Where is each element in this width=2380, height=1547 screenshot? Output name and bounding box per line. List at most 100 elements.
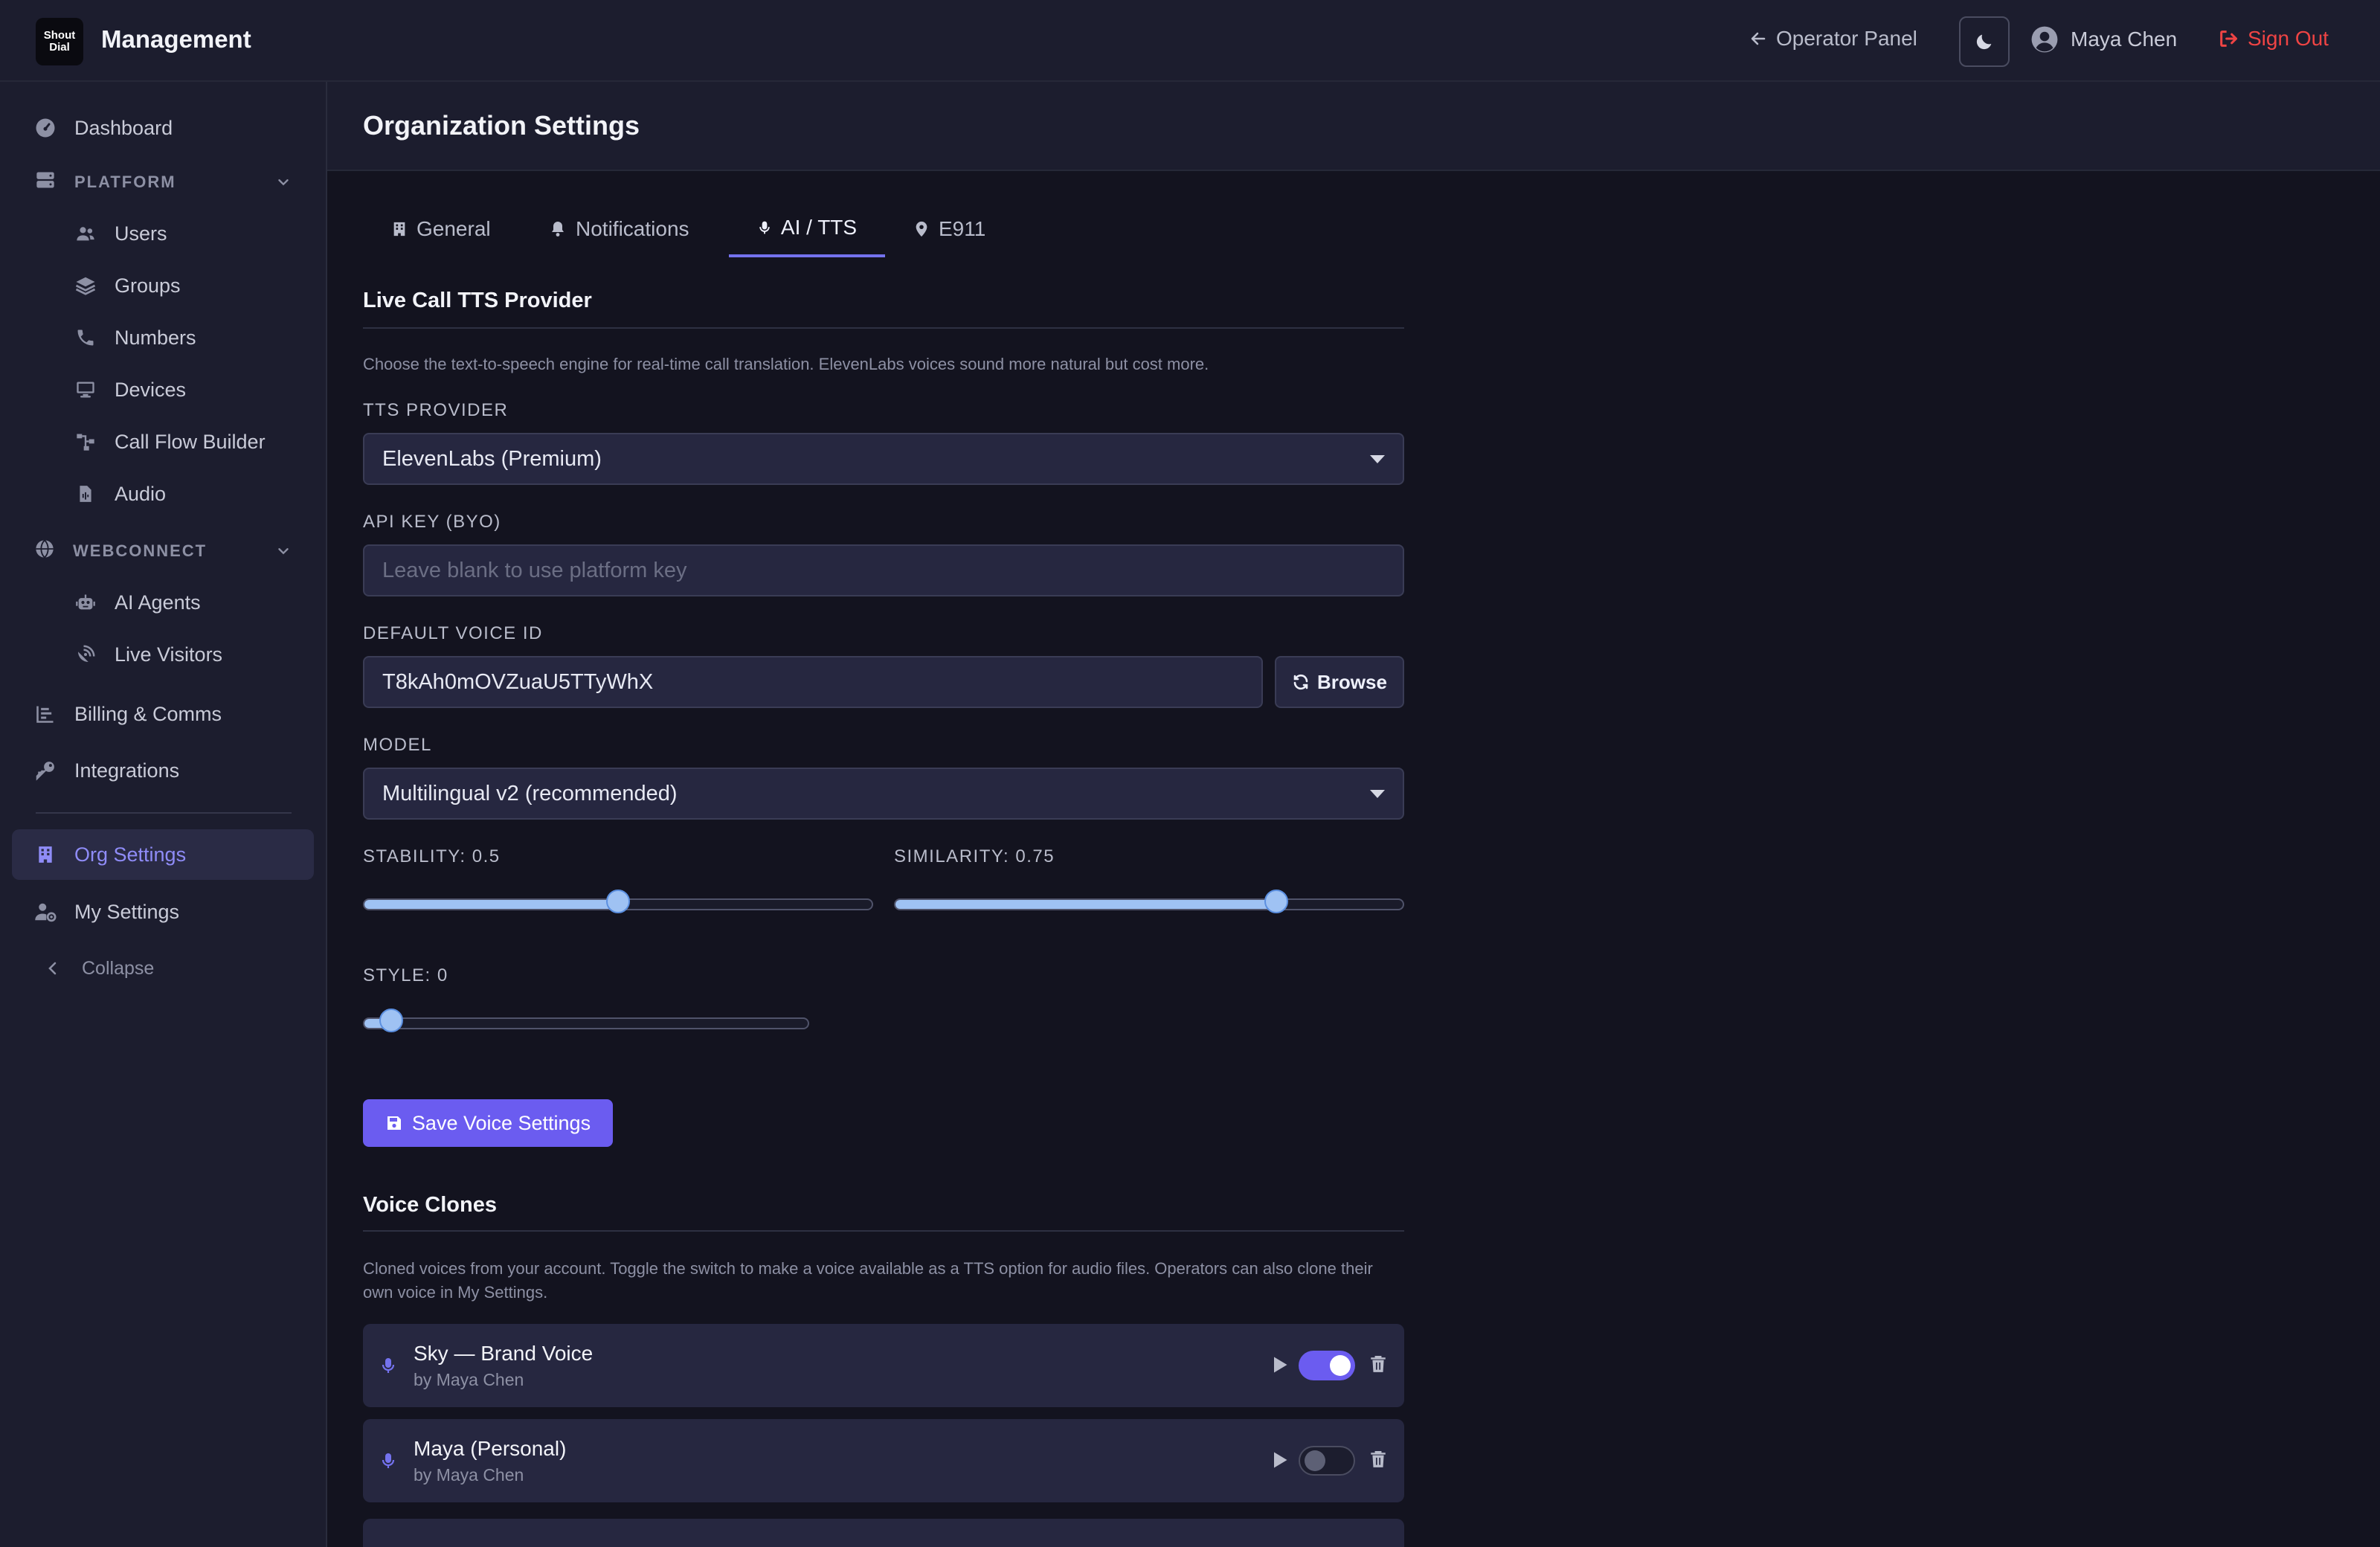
section-label: PLATFORM [74,173,176,191]
sidebar-section-platform[interactable]: PLATFORM [12,164,314,201]
section-divider [363,1230,1404,1232]
moon-icon [1976,34,1992,50]
logo-text-top: Shout [43,29,76,42]
collapse-label: Collapse [82,957,155,979]
file-audio-icon [74,483,97,505]
caret-down-icon [1370,790,1385,798]
tab-e911[interactable]: E911 [913,201,985,257]
api-key-label: API KEY (BYO) [363,512,501,532]
tab-label: Notifications [576,217,689,240]
tab-general[interactable]: General [391,201,491,257]
sidebar-collapse-button[interactable]: Collapse [12,946,314,991]
trash-icon[interactable] [1368,1352,1388,1376]
sidebar-item-dashboard[interactable]: Dashboard [12,103,314,153]
key-icon [34,759,57,782]
voice-enable-toggle[interactable] [1299,1446,1355,1476]
slider-fill [895,900,1276,909]
sidebar-item-call-flow-builder[interactable]: Call Flow Builder [12,416,314,467]
sidebar-item-billing[interactable]: Billing & Comms [12,689,314,739]
tab-label: General [416,217,491,240]
sidebar-item-numbers[interactable]: Numbers [12,312,314,363]
sidebar-item-users[interactable]: Users [12,208,314,259]
play-icon[interactable] [1269,1449,1290,1471]
sidebar-item-label: Dashboard [74,116,173,139]
user-menu[interactable]: Maya Chen [2030,25,2177,54]
sidebar-item-live-visitors[interactable]: Live Visitors [12,629,314,680]
voice-id-field[interactable]: T8kAh0mOVZuaU5TTyWhX [363,656,1263,708]
user-gear-icon [34,901,57,923]
slider-thumb[interactable] [379,1009,403,1032]
app-logo[interactable]: Shout Dial [36,18,83,65]
microphone-icon [382,1453,395,1468]
bell-icon [552,222,564,237]
api-key-field[interactable] [363,544,1404,596]
arrow-left-icon [1751,32,1766,45]
tts-provider-select[interactable]: ElevenLabs (Premium) [363,433,1404,485]
play-icon[interactable] [1269,1354,1290,1376]
api-key-input[interactable] [382,558,1403,583]
sign-out-label: Sign Out [2248,27,2329,50]
save-voice-settings-button[interactable]: Save Voice Settings [363,1099,613,1147]
tab-ai-tts[interactable]: AI / TTS [729,201,885,257]
sidebar-item-integrations[interactable]: Integrations [12,745,314,796]
theme-toggle-button[interactable] [1959,16,2010,67]
sidebar-item-ai-agents[interactable]: AI Agents [12,577,314,628]
operator-panel-link[interactable]: Operator Panel [1749,27,1917,51]
voice-clone-item: Maya (Personal) by Maya Chen [363,1419,1404,1502]
user-circle-icon [2031,26,2058,53]
voice-id-value: T8kAh0mOVZuaU5TTyWhX [382,669,654,694]
toggle-knob [1305,1450,1325,1471]
stability-slider[interactable] [363,890,873,913]
sidebar-item-label: Devices [115,378,187,401]
top-bar: Shout Dial Management Operator Panel May… [0,0,2380,82]
sidebar-item-my-settings[interactable]: My Settings [12,887,314,937]
voice-clones-heading: Voice Clones [363,1193,497,1217]
voice-clone-item [363,1519,1404,1547]
sidebar-section-webconnect[interactable]: WEBCONNECT [12,533,314,570]
chevron-down-icon [278,548,289,555]
tab-notifications[interactable]: Notifications [549,201,689,257]
user-name: Maya Chen [2071,28,2178,51]
globe-icon [34,538,55,564]
browse-voices-button[interactable]: Browse [1275,656,1404,708]
slider-thumb[interactable] [1264,890,1288,913]
sign-out-icon [2220,30,2238,47]
tts-description: Choose the text-to-speech engine for rea… [363,355,1209,373]
model-select[interactable]: Multilingual v2 (recommended) [363,768,1404,820]
sidebar-item-devices[interactable]: Devices [12,364,314,415]
sidebar-item-audio[interactable]: Audio [12,469,314,519]
sidebar-item-label: Org Settings [74,843,187,866]
voice-enable-toggle[interactable] [1299,1351,1355,1380]
layers-icon [74,274,97,297]
gauge-icon [34,117,57,139]
tts-section-heading: Live Call TTS Provider [363,289,592,312]
sidebar-item-label: Live Visitors [115,643,223,666]
style-slider[interactable] [363,1009,809,1032]
sidebar-item-label: Users [115,222,167,245]
sidebar-item-groups[interactable]: Groups [12,260,314,311]
voice-clone-item: Sky — Brand Voice by Maya Chen [363,1324,1404,1407]
sidebar-item-label: Call Flow Builder [115,430,266,453]
robot-icon [74,591,97,614]
sidebar-item-org-settings[interactable]: Org Settings [12,829,314,880]
trash-icon[interactable] [1368,1447,1388,1471]
voice-clones-description: Cloned voices from your account. Toggle … [363,1259,1373,1302]
voice-id-label: DEFAULT VOICE ID [363,623,543,643]
voice-clone-name: Maya (Personal) [414,1437,567,1460]
similarity-label: SIMILARITY: 0.75 [894,846,1055,866]
microphone-icon [759,221,770,234]
sidebar-item-label: Numbers [115,326,196,349]
similarity-slider[interactable] [894,890,1404,913]
voice-clone-owner: by Maya Chen [414,1370,524,1389]
sidebar-item-label: Billing & Comms [74,702,222,725]
section-label: WEBCONNECT [73,541,208,560]
sidebar-item-label: Audio [115,482,167,505]
chevron-left-icon [42,957,64,980]
select-value: Multilingual v2 (recommended) [382,781,678,805]
slider-thumb[interactable] [606,890,630,913]
slider-fill [364,900,618,909]
sign-out-button[interactable]: Sign Out [2218,27,2329,51]
map-pin-icon [916,221,927,237]
floppy-disk-icon [387,1116,401,1130]
building-icon [393,222,405,237]
